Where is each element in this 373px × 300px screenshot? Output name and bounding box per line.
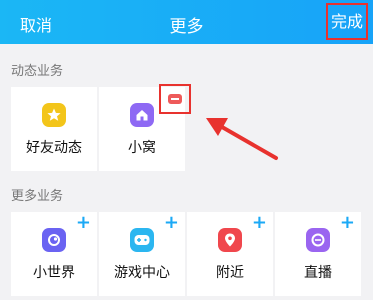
tile-label: 游戏中心 <box>114 265 170 281</box>
gamepad-icon <box>130 228 154 252</box>
add-icon[interactable]: + <box>164 214 179 232</box>
tile-small-world[interactable]: + 小世界 <box>11 212 97 296</box>
tile-label: 直播 <box>304 265 332 281</box>
tile-game-center[interactable]: + 游戏中心 <box>99 212 185 296</box>
live-icon <box>306 228 330 252</box>
add-icon[interactable]: + <box>340 214 355 232</box>
section-label-more: 更多业务 <box>11 189 64 204</box>
more-business-grid: + 小世界 + 游戏中心 + 附近 + 直播 <box>11 212 363 296</box>
add-icon[interactable]: + <box>76 214 91 232</box>
tile-label: 附近 <box>216 265 244 281</box>
planet-icon <box>42 228 66 252</box>
add-icon[interactable]: + <box>252 214 267 232</box>
tile-live[interactable]: + 直播 <box>275 212 361 296</box>
tile-label: 小世界 <box>33 265 75 281</box>
tile-nearby[interactable]: + 附近 <box>187 212 273 296</box>
location-pin-icon <box>218 228 242 252</box>
